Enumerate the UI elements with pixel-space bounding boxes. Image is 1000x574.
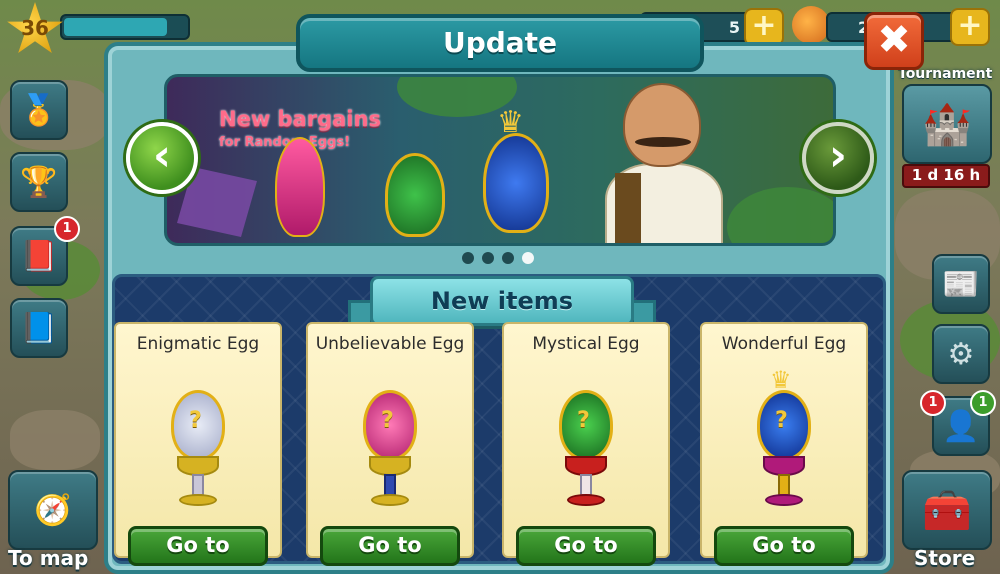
goto-button[interactable]: Go to — [714, 526, 854, 566]
item-name: Mystical Egg — [532, 334, 640, 354]
goto-button[interactable]: Go to — [516, 526, 656, 566]
banner-page-dot[interactable] — [482, 252, 494, 264]
item-name: Enigmatic Egg — [136, 334, 260, 354]
banner-crown-icon: ♛ — [497, 105, 524, 140]
quest-book-button[interactable]: 📘 — [10, 298, 68, 358]
gear-icon: ⚙ — [947, 336, 975, 372]
banner-page-indicator — [462, 252, 534, 264]
friends-online-badge: 1 — [970, 390, 996, 416]
banner-page-dot[interactable] — [462, 252, 474, 264]
section-ribbon: New items — [370, 276, 634, 326]
to-map-button[interactable]: 🧭 — [8, 470, 98, 550]
goto-button[interactable]: Go to — [128, 526, 268, 566]
newspaper-icon: 📰 — [942, 266, 980, 302]
item-name: Unbelievable Egg — [315, 334, 465, 354]
banner-page-dot[interactable] — [522, 252, 534, 264]
item-card-mystical-egg: Mystical Egg ? Go to — [502, 322, 670, 566]
medal-icon: 🏅 — [20, 92, 58, 128]
store-button[interactable]: 🧰 — [902, 470, 992, 550]
unbelievable-egg-icon: ? — [355, 382, 425, 512]
achievements-button[interactable]: 🏅 — [10, 80, 68, 140]
goto-button[interactable]: Go to — [320, 526, 460, 566]
player-level: 36 — [21, 16, 49, 40]
merchant-character — [605, 83, 725, 243]
settings-button[interactable]: ⚙ — [932, 324, 990, 384]
store-label: Store — [914, 546, 976, 570]
mystical-egg-icon: ? — [551, 382, 621, 512]
section-title: New items — [430, 287, 574, 315]
close-button[interactable]: ✖ — [864, 12, 924, 70]
compass-map-icon: 🧭 — [34, 492, 72, 528]
tournament-button[interactable]: 🏰 — [902, 84, 992, 164]
experience-bar — [60, 14, 190, 40]
guide-notification-badge: 1 — [54, 216, 80, 242]
pumpkin-icon — [792, 6, 830, 44]
banner-headline: New bargains — [219, 107, 381, 131]
to-map-label: To map — [8, 546, 89, 570]
item-card-enigmatic-egg: Enigmatic Egg ? Go to — [114, 322, 282, 566]
promo-banner[interactable]: New bargains for Random Eggs! ♛ — [164, 74, 836, 246]
banner-prev-button[interactable]: ‹ — [126, 122, 198, 194]
castle-icon: 🏰 — [922, 101, 972, 148]
item-card-unbelievable-egg: Unbelievable Egg ? Go to — [306, 322, 474, 566]
item-card-wonderful-egg: Wonderful Egg ♛ ? Go to — [700, 322, 868, 566]
store-chest-icon: 🧰 — [922, 487, 972, 534]
banner-egg-green — [385, 153, 445, 237]
banner-egg-blue — [483, 133, 549, 233]
news-button[interactable]: 📰 — [932, 254, 990, 314]
wonderful-egg-icon: ♛ ? — [749, 366, 819, 512]
enigmatic-egg-icon: ? — [163, 382, 233, 512]
tournament-timer: 1 d 16 h — [902, 164, 990, 188]
banner-page-dot[interactable] — [502, 252, 514, 264]
item-name: Wonderful Egg — [721, 334, 847, 354]
dialog-title-bar: Update — [296, 14, 704, 72]
friends-requests-badge: 1 — [920, 390, 946, 416]
add-coins-button[interactable]: + — [744, 8, 784, 46]
dialog-title: Update — [442, 26, 558, 59]
banner-next-button[interactable]: › — [802, 122, 874, 194]
banner-egg-pink — [275, 137, 325, 237]
trophy-icon: 🏆 — [20, 164, 58, 200]
add-pumpkins-button[interactable]: + — [950, 8, 990, 46]
leaderboard-button[interactable]: 🏆 — [10, 152, 68, 212]
book-blue-icon: 📘 — [20, 310, 58, 346]
